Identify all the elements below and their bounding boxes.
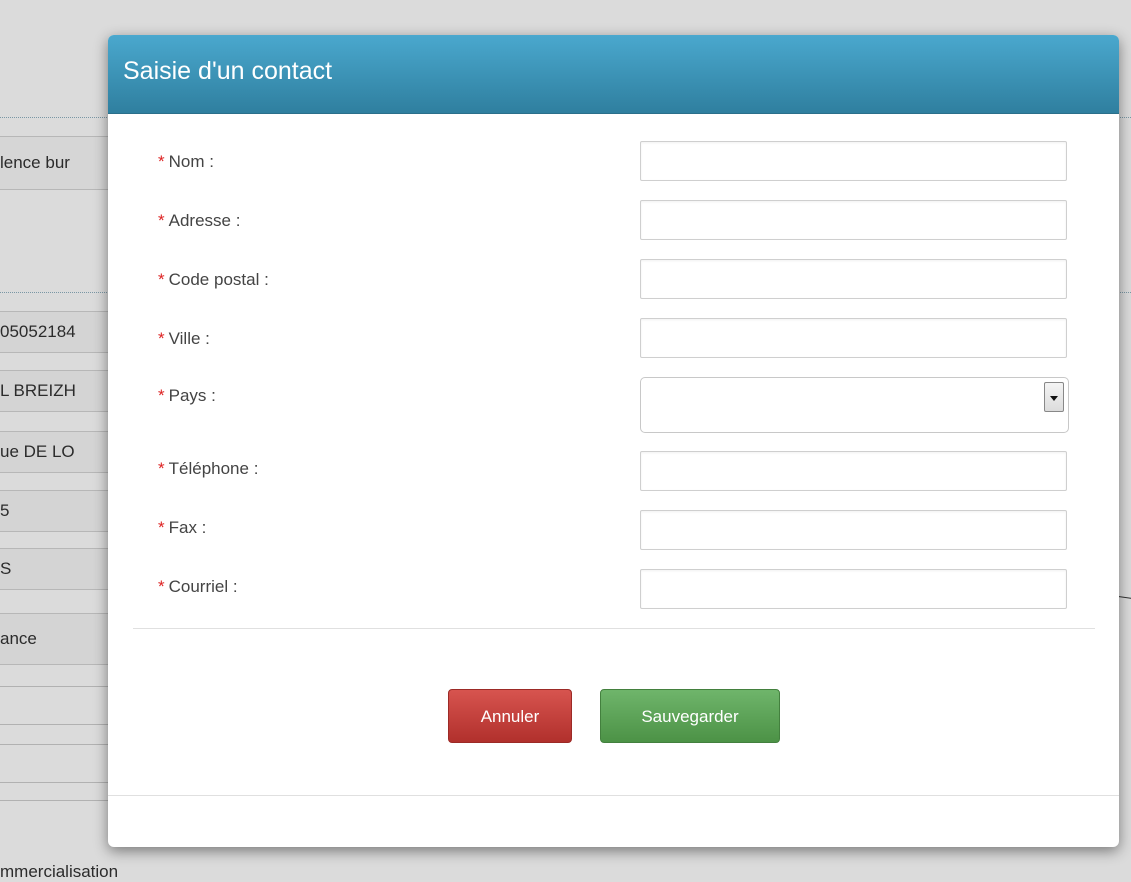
ville-label-text: Ville : [168,329,210,348]
adresse-input[interactable] [640,200,1067,240]
telephone-label: * Téléphone : [158,459,258,479]
required-marker: * [158,386,165,405]
nom-label: * Nom : [158,152,214,172]
ville-label: * Ville : [158,329,210,349]
contact-dialog: Saisie d'un contact * Nom : * Adresse : * C… [108,35,1119,847]
required-marker: * [158,270,165,289]
dialog-header: Saisie d'un contact [108,35,1119,114]
fax-label-text: Fax : [168,518,207,537]
dialog-title: Saisie d'un contact [123,57,333,85]
required-marker: * [158,518,165,537]
required-marker: * [158,329,165,348]
courriel-label: * Courriel : [158,577,238,597]
save-button[interactable]: Sauvegarder [600,689,780,743]
courriel-label-text: Courriel : [168,577,238,596]
form-divider [133,628,1095,629]
adresse-label: * Adresse : [158,211,240,231]
code-postal-label: * Code postal : [158,270,269,290]
footer-divider [108,795,1119,796]
fax-input[interactable] [640,510,1067,550]
telephone-label-text: Téléphone : [168,459,259,478]
ville-input[interactable] [640,318,1067,358]
cancel-button[interactable]: Annuler [448,689,572,743]
required-marker: * [158,211,165,230]
nom-label-text: Nom : [168,152,214,171]
required-marker: * [158,577,165,596]
pays-label-text: Pays : [168,386,216,405]
nom-input[interactable] [640,141,1067,181]
required-marker: * [158,152,165,171]
courriel-input[interactable] [640,569,1067,609]
fax-label: * Fax : [158,518,206,538]
required-marker: * [158,459,165,478]
chevron-down-icon [1050,396,1058,401]
code-postal-label-text: Code postal : [168,270,269,289]
pays-select[interactable] [640,377,1069,433]
telephone-input[interactable] [640,451,1067,491]
code-postal-input[interactable] [640,259,1067,299]
adresse-label-text: Adresse : [168,211,241,230]
pays-label: * Pays : [158,386,216,406]
pays-dropdown-button[interactable] [1044,382,1064,412]
